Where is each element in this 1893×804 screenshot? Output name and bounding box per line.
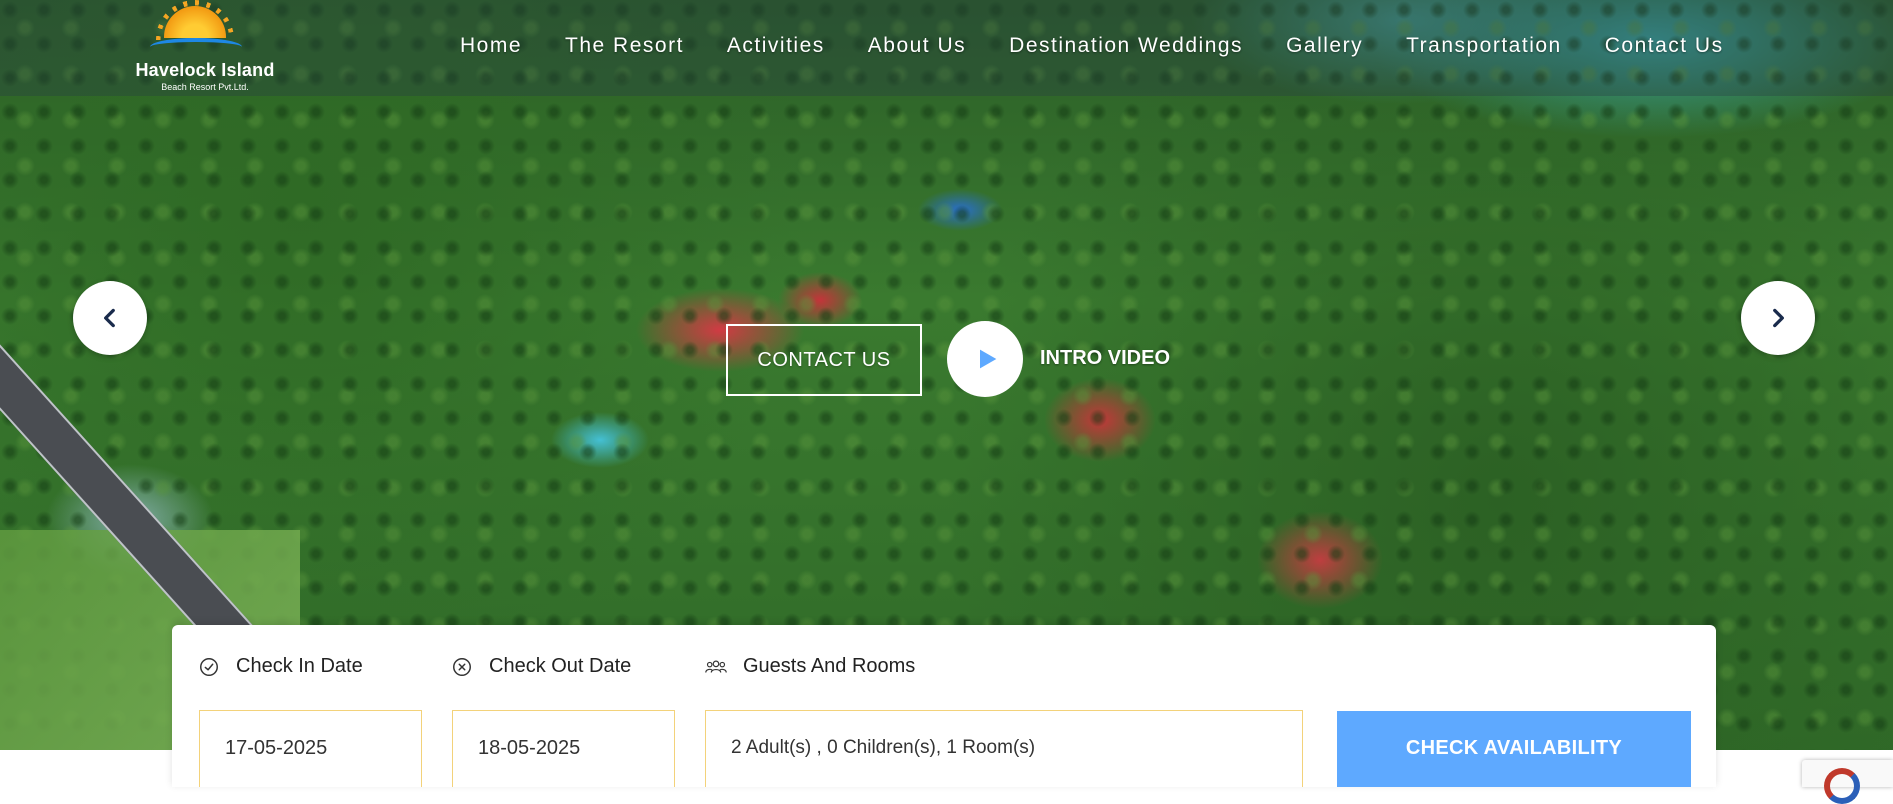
play-icon bbox=[980, 349, 997, 369]
check-circle-icon bbox=[200, 657, 218, 676]
slider-prev-button[interactable] bbox=[73, 281, 147, 355]
recaptcha-badge[interactable] bbox=[1802, 760, 1893, 804]
check-out-date-field[interactable]: 18-05-2025 bbox=[452, 710, 675, 787]
guests-label: Guests And Rooms bbox=[743, 655, 916, 677]
chevron-left-icon bbox=[104, 308, 115, 328]
logo-subtitle: Beach Resort Pvt.Ltd. bbox=[161, 82, 249, 92]
nav-item-activities[interactable]: Activities bbox=[727, 34, 825, 58]
users-icon bbox=[705, 660, 727, 673]
intro-video-play-button[interactable] bbox=[947, 321, 1023, 397]
check-in-label: Check In Date bbox=[236, 655, 363, 677]
check-in-label-group: Check In Date bbox=[198, 655, 363, 678]
logo-wave-icon bbox=[150, 38, 242, 56]
check-out-label: Check Out Date bbox=[489, 655, 632, 677]
guests-label-group: Guests And Rooms bbox=[705, 655, 915, 678]
hero-contact-button[interactable]: CONTACT US bbox=[726, 324, 922, 396]
nav-item-the-resort[interactable]: The Resort bbox=[565, 34, 684, 58]
main-nav: Home The Resort Activities About Us Dest… bbox=[460, 34, 1724, 58]
nav-item-gallery[interactable]: Gallery bbox=[1286, 34, 1363, 58]
chevron-right-icon bbox=[1773, 308, 1784, 328]
slider-next-button[interactable] bbox=[1741, 281, 1815, 355]
nav-item-transportation[interactable]: Transportation bbox=[1406, 34, 1562, 58]
nav-item-contact-us[interactable]: Contact Us bbox=[1605, 34, 1724, 58]
check-out-label-group: Check Out Date bbox=[451, 655, 631, 678]
recaptcha-icon bbox=[1824, 768, 1860, 804]
site-logo[interactable]: Havelock Island Beach Resort Pvt.Ltd. bbox=[130, 0, 280, 94]
guests-rooms-field[interactable]: 2 Adult(s) , 0 Children(s), 1 Room(s) bbox=[705, 710, 1303, 787]
close-circle-icon bbox=[453, 657, 471, 676]
nav-item-destination-weddings[interactable]: Destination Weddings bbox=[1009, 34, 1243, 58]
booking-panel: Check In Date Check Out Date Guests And … bbox=[172, 625, 1716, 787]
check-availability-button[interactable]: CHECK AVAILABILITY bbox=[1337, 711, 1691, 787]
logo-title: Havelock Island bbox=[135, 60, 275, 80]
nav-item-about-us[interactable]: About Us bbox=[868, 34, 966, 58]
intro-video-label[interactable]: INTRO VIDEO bbox=[1040, 347, 1170, 370]
check-in-date-field[interactable]: 17-05-2025 bbox=[199, 710, 422, 787]
nav-item-home[interactable]: Home bbox=[460, 34, 522, 58]
